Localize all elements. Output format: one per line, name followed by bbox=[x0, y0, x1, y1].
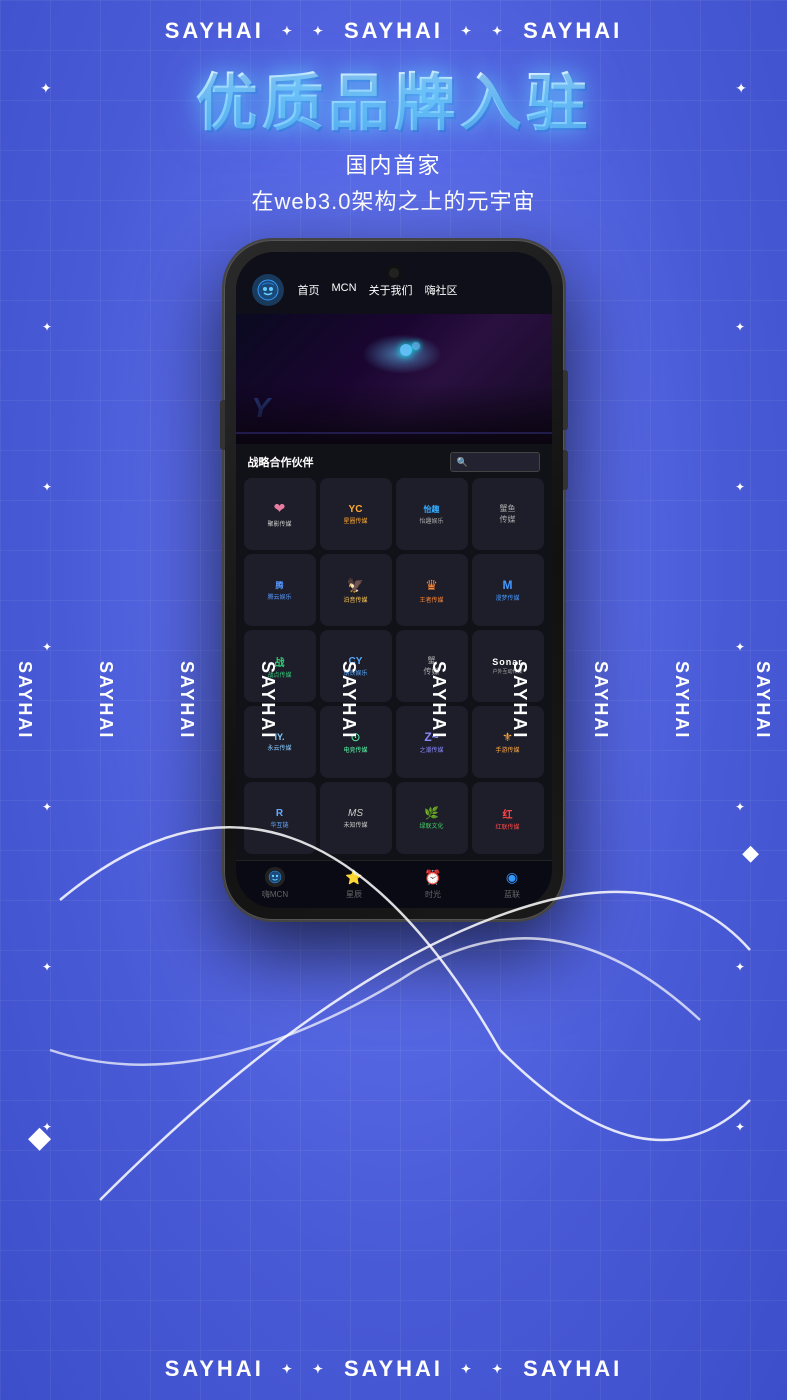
phone-camera bbox=[389, 268, 399, 278]
sayhai-left-5: SAYHAI bbox=[14, 661, 35, 739]
sayhai-left-2: SAYHAI bbox=[257, 661, 278, 739]
sayhai-right-border: SAYHAI SAYHAI SAYHAI SAYHAI SAYHAI bbox=[428, 0, 773, 1400]
sayhai-left-border: SAYHAI SAYHAI SAYHAI SAYHAI SAYHAI bbox=[14, 0, 359, 1400]
sayhai-right-2: SAYHAI bbox=[671, 661, 692, 739]
sayhai-left-3: SAYHAI bbox=[176, 661, 197, 739]
nav-item-about[interactable]: 关于我们 bbox=[369, 282, 413, 298]
sayhai-left-group: SAYHAI SAYHAI SAYHAI SAYHAI SAYHAI bbox=[14, 661, 359, 739]
sayhai-right-3: SAYHAI bbox=[590, 661, 611, 739]
sayhai-right-1: SAYHAI bbox=[752, 661, 773, 739]
sayhai-left-1: SAYHAI bbox=[338, 661, 359, 739]
sayhai-left-4: SAYHAI bbox=[95, 661, 116, 739]
sayhai-right-group: SAYHAI SAYHAI SAYHAI SAYHAI SAYHAI bbox=[428, 661, 773, 739]
sayhai-right-5: SAYHAI bbox=[428, 661, 449, 739]
sayhai-right-4: SAYHAI bbox=[509, 661, 530, 739]
